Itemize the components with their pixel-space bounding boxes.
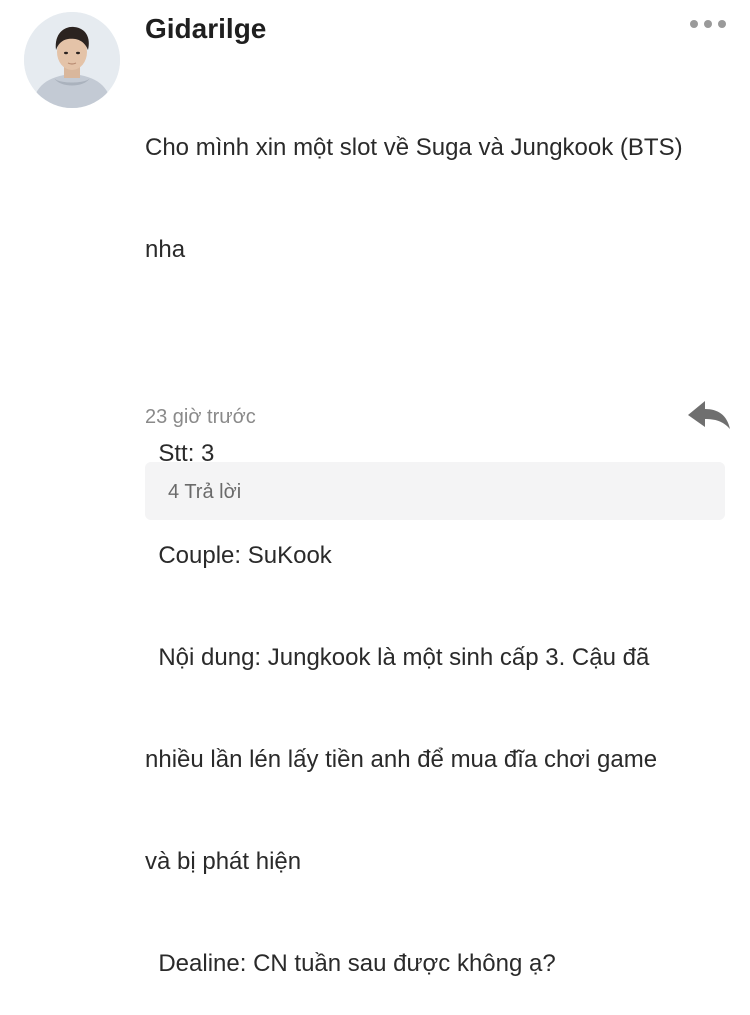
comment-line: nha [145,236,186,263]
comment-line: Couple: SuKook [145,542,332,569]
comment-line: và bị phát hiện [145,848,302,875]
reply-button[interactable] [686,398,732,434]
more-icon-dot [704,20,712,28]
comment-line: Nội dung: Jungkook là một sinh cấp 3. Cậ… [145,644,650,671]
comment-line: Cho mình xin một slot về Suga và Jungkoo… [145,134,683,161]
comment-line: nhiều lần lén lấy tiền anh để mua đĩa ch… [145,746,658,773]
timestamp: 23 giờ trước [145,406,256,428]
comment-line: ​ [145,335,735,369]
avatar[interactable] [24,12,120,108]
more-options-button[interactable] [688,10,728,34]
comment-body: Cho mình xin một slot về Suga và Jungkoo… [145,63,735,1015]
avatar-image [24,12,120,108]
more-icon-dot [718,20,726,28]
comment-line: Dealine: CN tuần sau được không ạ? [145,950,556,977]
replies-button[interactable]: 4 Trả lời [145,462,725,520]
more-icon-dot [690,20,698,28]
replies-count-label: 4 Trả lời [168,481,242,503]
reply-arrow-icon [688,401,730,429]
username[interactable]: Gidarilge [145,12,266,46]
